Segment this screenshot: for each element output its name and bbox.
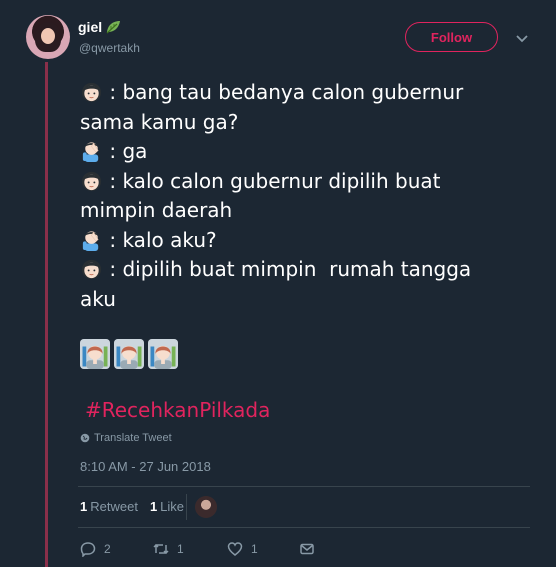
reply-count: 2 [104, 542, 111, 556]
retweets-label: Retweet [90, 499, 138, 514]
display-name[interactable]: giel [78, 19, 102, 35]
reply-icon [80, 542, 96, 557]
divider [186, 494, 187, 520]
leaf-icon [106, 21, 121, 34]
translate-tweet-button[interactable]: Translate Tweet [80, 432, 172, 444]
avatar[interactable] [26, 15, 70, 59]
tweet-text: : bang tau bedanya calon gubernur sama ka… [80, 78, 530, 314]
translate-tweet-label[interactable]: Translate Tweet [94, 432, 172, 444]
tweet-text-line-content: aku [80, 286, 116, 311]
like-button[interactable]: 1 [227, 541, 299, 557]
mail-icon [300, 543, 314, 555]
likes-stat[interactable]: 1 Like [150, 499, 184, 514]
divider [78, 527, 530, 528]
liker-avatar[interactable] [195, 496, 217, 518]
retweet-button[interactable]: 1 [153, 541, 227, 557]
tweet-text-line-content: : kalo aku? [103, 227, 217, 252]
tweet-text-line: sama kamu ga? [80, 108, 530, 138]
engagement-stats: 1 Retweet 1 Like [80, 499, 196, 514]
retweet-icon [153, 543, 169, 555]
tweet-text-line: : kalo calon gubernur dipilih buat [80, 167, 530, 197]
tweet-text-line: : ga [80, 137, 530, 167]
likes-label: Like [160, 499, 185, 514]
direct-message-button[interactable] [299, 541, 315, 557]
woman-face-emoji-icon [81, 171, 102, 191]
tweet-text-line: : kalo aku? [80, 226, 530, 256]
tweet-text-line-content: mimpin daerah [80, 198, 233, 222]
man-facepalming-emoji-icon [82, 142, 99, 162]
tweet-text-line-content: : ga [103, 139, 148, 163]
likes-count: 1 [149, 499, 158, 514]
woman-office-worker-emoji-icon [148, 339, 178, 369]
man-facepalming-emoji-icon [82, 230, 99, 251]
woman-face-emoji-icon [81, 82, 102, 103]
tweet-text-line: : bang tau bedanya calon gubernur [80, 78, 530, 108]
tweet-text-line-content: : dipilih buat mimpin rumah tangga [103, 257, 472, 281]
globe-icon [80, 433, 90, 443]
tweet-timestamp[interactable]: 8:10 AM - 27 Jun 2018 [80, 459, 211, 474]
tweet-text-line-content: : kalo calon gubernur dipilih buat [103, 168, 441, 193]
emoji-row [80, 339, 178, 369]
tweet-text-line: mimpin daerah [80, 196, 530, 226]
tweet-text-line: : dipilih buat mimpin rumah tangga [80, 255, 530, 285]
heart-icon [227, 542, 243, 556]
tweet-text-line: aku [80, 285, 530, 315]
hashtag-link[interactable]: #RecehkanPilkada [85, 398, 270, 422]
divider [78, 486, 530, 487]
user-handle[interactable]: @qwertakh [79, 41, 140, 55]
woman-face-emoji-icon [81, 259, 102, 280]
like-count: 1 [251, 542, 258, 556]
tweet-header: giel @qwertakh Follow [26, 15, 546, 65]
tweet-actions: 2 1 1 [80, 541, 315, 557]
retweet-count: 1 [177, 542, 184, 556]
display-name-row[interactable]: giel [78, 19, 121, 35]
follow-button[interactable]: Follow [405, 22, 498, 52]
retweets-count: 1 [80, 499, 88, 514]
retweets-stat[interactable]: 1 Retweet [80, 499, 138, 514]
woman-office-worker-emoji-icon [114, 339, 144, 369]
thread-connector-line [45, 62, 48, 567]
tweet-text-line-content: : bang tau bedanya calon gubernur [103, 80, 464, 104]
woman-office-worker-emoji-icon [80, 339, 110, 369]
chevron-down-icon[interactable] [516, 35, 528, 43]
tweet-text-line-content: sama kamu ga? [80, 109, 239, 134]
reply-button[interactable]: 2 [80, 541, 153, 557]
